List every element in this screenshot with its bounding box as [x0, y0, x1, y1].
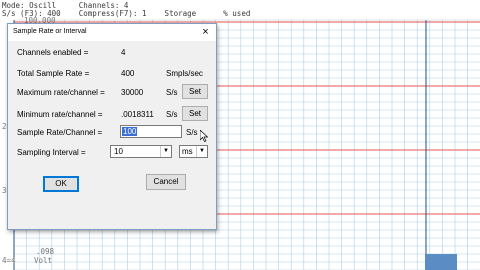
min-rate-label: Minimum rate/channel =: [17, 110, 103, 119]
sample-rate-label: Sample Rate/Channel =: [17, 128, 103, 137]
interval-unit-select[interactable]: ms ▼: [179, 145, 208, 158]
mouse-cursor-icon: [200, 130, 208, 142]
chevron-down-icon[interactable]: ▼: [196, 146, 207, 157]
total-rate-value: 400: [121, 69, 135, 78]
ok-button[interactable]: OK: [43, 176, 79, 192]
channels-value: 4: [121, 48, 126, 57]
thumbnail-image: [425, 254, 457, 270]
min-rate-value: .0018311: [121, 110, 154, 119]
sample-rate-dialog: Sample Rate or Interval × Channels enabl…: [7, 23, 217, 230]
sample-rate-input[interactable]: 100: [120, 125, 182, 138]
set-max-button[interactable]: Set: [182, 84, 208, 99]
max-rate-value: 30000: [121, 88, 144, 97]
interval-value: 10: [114, 147, 123, 156]
axis-bottom-value: .098: [36, 247, 55, 256]
chevron-down-icon[interactable]: ▼: [160, 146, 171, 157]
dialog-title: Sample Rate or Interval: [13, 28, 87, 35]
interval-label: Sampling Interval =: [17, 148, 86, 157]
close-icon[interactable]: ×: [199, 26, 212, 39]
min-rate-unit: S/s: [166, 110, 178, 119]
sample-rate-value: 100: [122, 127, 138, 136]
cancel-button[interactable]: Cancel: [146, 174, 186, 190]
sample-rate-unit: S/s: [186, 128, 198, 137]
total-rate-unit: Smpls/sec: [166, 69, 203, 78]
interval-unit-value: ms: [182, 147, 193, 156]
dialog-titlebar[interactable]: Sample Rate or Interval ×: [8, 24, 216, 41]
max-rate-unit: S/s: [166, 88, 178, 97]
axis-ch4: 4=4: [2, 256, 16, 265]
interval-select[interactable]: 10 ▼: [110, 145, 172, 158]
max-rate-label: Maximum rate/channel =: [17, 88, 105, 97]
set-min-button[interactable]: Set: [182, 106, 208, 121]
total-rate-label: Total Sample Rate =: [17, 69, 90, 78]
axis-bottom-unit: Volt: [34, 256, 53, 265]
channels-label: Channels enabled =: [17, 48, 89, 57]
